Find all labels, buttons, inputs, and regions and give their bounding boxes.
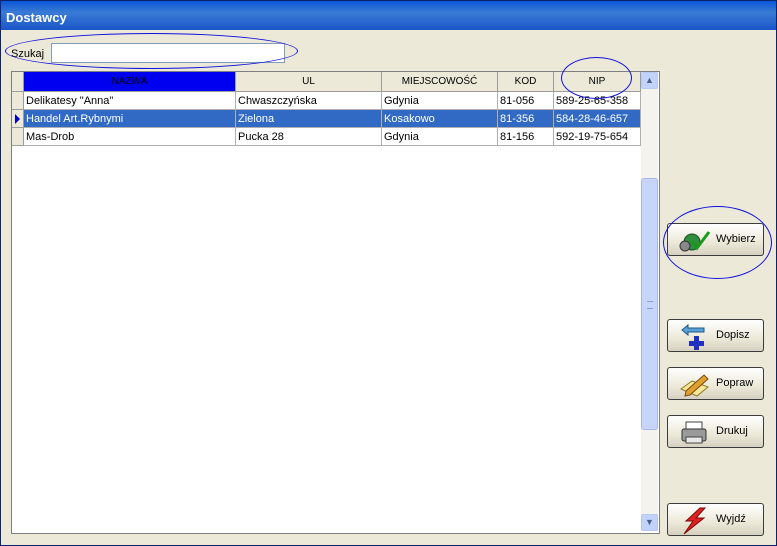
cell-ul[interactable]: Pucka 28	[236, 128, 382, 146]
title-bar[interactable]: Dostawcy	[1, 1, 776, 30]
table-row-selected[interactable]: Handel Art.Rybnymi Zielona Kosakowo 81-3…	[12, 110, 641, 128]
cell-ul[interactable]: Zielona	[236, 110, 382, 128]
vertical-scrollbar[interactable]: ▲ ▼	[641, 72, 658, 531]
header-nip[interactable]: NIP	[554, 72, 641, 92]
cell-miejscowosc[interactable]: Gdynia	[382, 128, 498, 146]
row-indicator	[12, 92, 24, 110]
cell-nazwa[interactable]: Mas-Drob	[24, 128, 236, 146]
dopisz-button[interactable]: Dopisz	[667, 319, 764, 352]
cell-nip[interactable]: 584-28-46-657	[554, 110, 641, 128]
printer-icon	[681, 421, 707, 444]
suppliers-table: NAZWA UL MIEJSCOWOŚĆ KOD NIP Delikatesy …	[11, 71, 660, 534]
table-row[interactable]: Delikatesy "Anna" Chwaszczyńska Gdynia 8…	[12, 92, 641, 110]
window-title: Dostawcy	[6, 10, 67, 25]
cell-kod[interactable]: 81-056	[498, 92, 554, 110]
drukuj-label: Drukuj	[716, 425, 748, 437]
row-indicator	[12, 110, 24, 128]
dopisz-label: Dopisz	[716, 329, 750, 341]
cell-miejscowosc[interactable]: Gdynia	[382, 92, 498, 110]
header-corner	[12, 72, 24, 92]
select-check-icon	[679, 231, 711, 252]
popraw-label: Popraw	[716, 377, 754, 389]
window-client-area: Szukaj NAZWA UL MIEJSCOWOŚĆ KOD NIP Deli…	[1, 30, 776, 545]
wyjdz-button[interactable]: Wyjdź	[667, 503, 764, 536]
scroll-down-button[interactable]: ▼	[641, 514, 658, 531]
popraw-button[interactable]: Popraw	[667, 367, 764, 400]
cell-nip[interactable]: 592-19-75-654	[554, 128, 641, 146]
grip-icon	[647, 301, 653, 309]
wyjdz-label: Wyjdź	[716, 513, 746, 525]
scroll-up-button[interactable]: ▲	[641, 72, 658, 89]
search-input[interactable]	[51, 43, 285, 63]
wybierz-label: Wybierz	[716, 233, 756, 245]
cell-ul[interactable]: Chwaszczyńska	[236, 92, 382, 110]
wybierz-button[interactable]: Wybierz	[667, 223, 764, 256]
edit-pencil-icon	[680, 374, 709, 397]
header-miejscowosc[interactable]: MIEJSCOWOŚĆ	[382, 72, 498, 92]
cell-nazwa[interactable]: Handel Art.Rybnymi	[24, 110, 236, 128]
table-row[interactable]: Mas-Drob Pucka 28 Gdynia 81-156 592-19-7…	[12, 128, 641, 146]
cell-miejscowosc[interactable]: Kosakowo	[382, 110, 498, 128]
scroll-thumb[interactable]	[641, 178, 658, 430]
cell-nazwa[interactable]: Delikatesy "Anna"	[24, 92, 236, 110]
cell-nip[interactable]: 589-25-65-358	[554, 92, 641, 110]
cell-kod[interactable]: 81-156	[498, 128, 554, 146]
dostawcy-window: Dostawcy Szukaj NAZWA UL MIEJSCOWOŚĆ KOD…	[0, 0, 777, 546]
exit-lightning-icon	[683, 507, 707, 535]
current-row-arrow-icon	[15, 114, 20, 124]
row-indicator	[12, 128, 24, 146]
header-kod[interactable]: KOD	[498, 72, 554, 92]
add-record-icon	[681, 323, 705, 350]
search-label: Szukaj	[11, 48, 45, 60]
drukuj-button[interactable]: Drukuj	[667, 415, 764, 448]
cell-kod[interactable]: 81-356	[498, 110, 554, 128]
header-ul[interactable]: UL	[236, 72, 382, 92]
header-nazwa[interactable]: NAZWA	[24, 72, 236, 92]
